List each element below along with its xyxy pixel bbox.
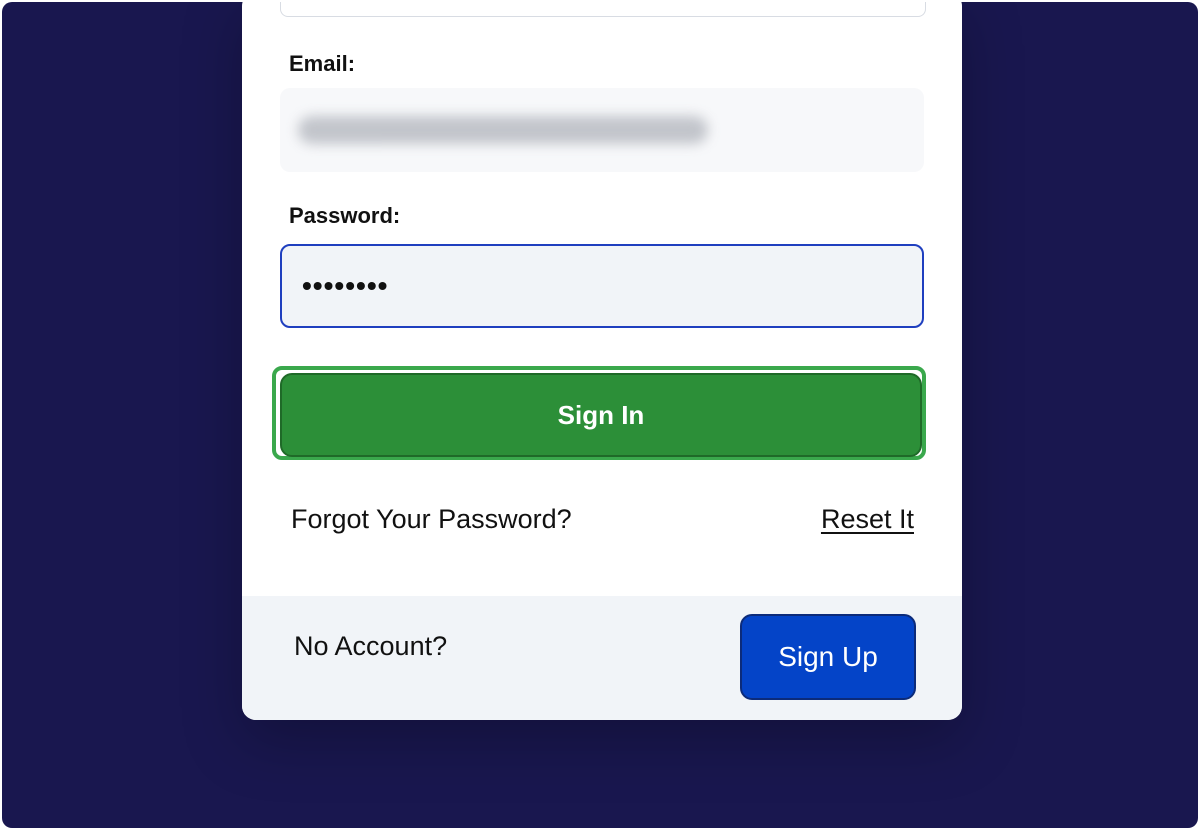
page-backdrop: Email: Password: •••••••• Sign In Forgot… xyxy=(2,2,1198,828)
password-input[interactable]: •••••••• xyxy=(280,244,924,328)
sign-in-button[interactable]: Sign In xyxy=(280,373,922,457)
email-label: Email: xyxy=(289,51,356,76)
email-input[interactable] xyxy=(280,88,924,172)
password-value: •••••••• xyxy=(302,270,389,301)
card-footer: No Account? Sign Up xyxy=(242,596,962,720)
password-label: Password: xyxy=(289,203,401,228)
previous-input-field[interactable] xyxy=(280,2,926,17)
email-value-redacted xyxy=(298,116,708,144)
no-account-text: No Account? xyxy=(294,631,448,661)
forgot-password-text: Forgot Your Password? xyxy=(291,504,572,534)
reset-password-link[interactable]: Reset It xyxy=(821,504,914,535)
sign-up-button[interactable]: Sign Up xyxy=(740,614,916,700)
sign-in-card: Email: Password: •••••••• Sign In Forgot… xyxy=(242,2,962,720)
